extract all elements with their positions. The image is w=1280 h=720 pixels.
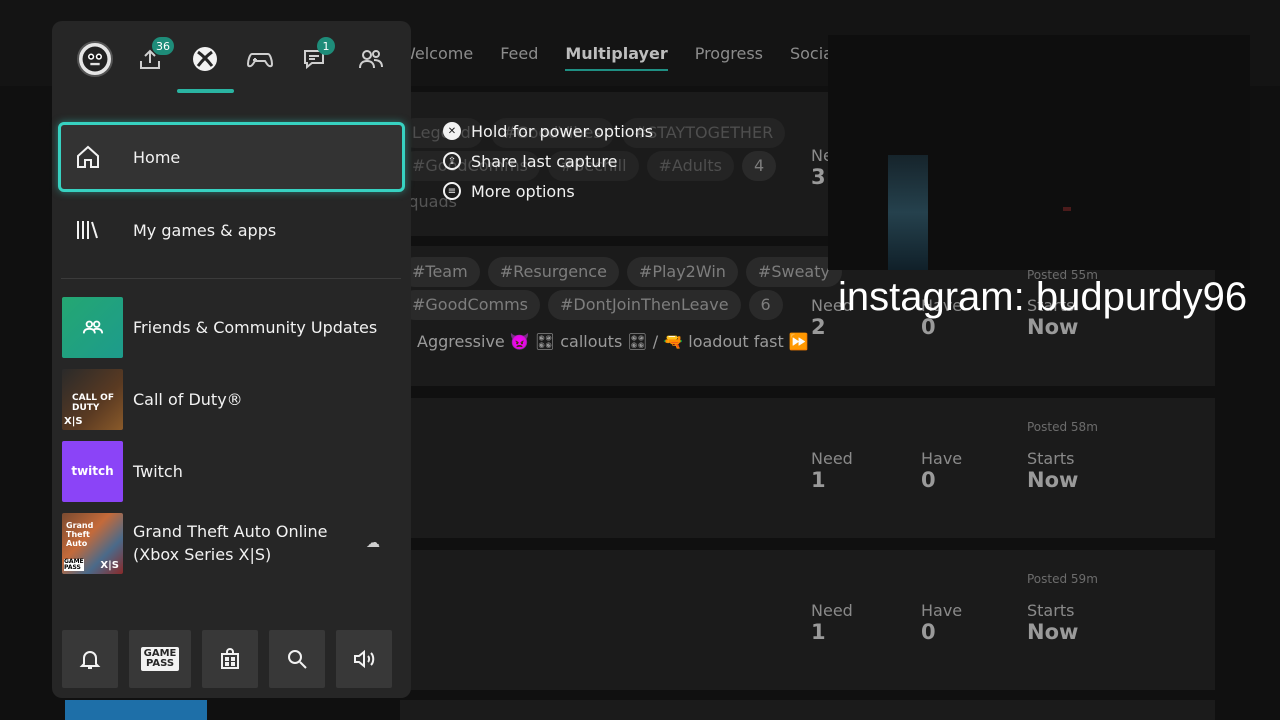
xbox-logo-icon <box>193 47 217 71</box>
people-icon <box>359 50 383 69</box>
watermark-text: instagram: budpurdy96 <box>838 275 1248 319</box>
starts-stat: Starts Now <box>1027 601 1079 644</box>
tab-people[interactable] <box>349 39 393 79</box>
call-of-duty-tile: CALL OF DUTY X|S <box>62 368 123 430</box>
lfg-post-card[interactable]: Posted 58m Need 1 Have 0 Starts Now <box>400 398 1215 538</box>
post-description: Aggressive 👿 🎛 callouts 🎛 / 🔫 loadout fa… <box>417 332 809 351</box>
cloud-icon: ☁ <box>366 535 380 551</box>
nav-my-games-apps[interactable]: My games & apps <box>61 195 402 265</box>
tab-profile[interactable] <box>73 39 117 79</box>
tab-chats[interactable]: 1 <box>293 37 337 79</box>
quick-actions-bar: GAME PASS <box>62 630 402 688</box>
posted-time: Posted 59m <box>1027 572 1098 586</box>
background-tile <box>65 700 207 720</box>
tab-capture-share[interactable]: 36 <box>128 37 174 79</box>
tag-count: 4 <box>741 151 777 181</box>
nav-my-games-label: My games & apps <box>133 220 277 240</box>
store-icon <box>221 648 239 669</box>
nav-home[interactable]: Home <box>58 122 405 192</box>
recent-item-gta-online[interactable]: Grand Theft Auto GAME PASS X|S Grand The… <box>62 512 402 574</box>
share-capture-hint[interactable]: ⇪ Share last capture <box>443 146 653 176</box>
power-hint-menu: ✕ Hold for power options ⇪ Share last ca… <box>443 116 653 206</box>
search-icon <box>288 650 307 669</box>
chat-count-badge: 1 <box>317 37 335 55</box>
recent-item-label: Call of Duty® <box>133 389 243 409</box>
home-icon <box>77 145 99 168</box>
tag: #DontJoinThenLeave <box>548 290 741 320</box>
capture-count-badge: 36 <box>152 37 174 55</box>
twitch-tile: twitch <box>62 440 123 502</box>
webcam-overlay <box>828 35 1250 270</box>
need-stat: Need 1 <box>811 601 853 644</box>
tab-parties[interactable] <box>238 39 282 79</box>
tag-count: 6 <box>748 290 783 320</box>
menu-button-icon: ≡ <box>443 182 461 200</box>
tag: #Adults <box>646 151 734 181</box>
more-options-hint[interactable]: ≡ More options <box>443 176 653 206</box>
bell-icon <box>79 651 101 669</box>
starts-stat: Starts Now <box>1027 449 1079 492</box>
have-stat: Have 0 <box>921 601 963 644</box>
need-stat: Need 1 <box>811 449 853 492</box>
recent-item-friends[interactable]: Friends & Community Updates <box>62 296 402 358</box>
power-options-hint[interactable]: ✕ Hold for power options <box>443 116 653 146</box>
people-icon <box>82 320 103 334</box>
search-button[interactable] <box>269 630 325 688</box>
nav-home-label: Home <box>133 147 181 167</box>
tab-xbox-home[interactable] <box>183 39 227 79</box>
tag: #Play2Win <box>626 257 738 287</box>
friends-tile <box>62 296 123 358</box>
recent-item-label: Grand Theft Auto Online (Xbox Series X|S… <box>133 522 328 564</box>
tab-progress[interactable]: Progress <box>695 44 763 71</box>
recent-item-call-of-duty[interactable]: CALL OF DUTY X|S Call of Duty® <box>62 368 402 430</box>
background-tabs: Welcome Feed Multiplayer Progress Social <box>400 44 864 71</box>
active-tab-indicator <box>177 89 234 93</box>
controller-icon <box>246 53 274 68</box>
gta-online-tile: Grand Theft Auto GAME PASS X|S <box>62 512 123 574</box>
avatar-icon <box>77 41 113 77</box>
guide-divider <box>61 278 401 279</box>
recent-item-label: Twitch <box>133 461 183 481</box>
tag: #GoodComms <box>400 290 541 320</box>
guide-tab-bar: 36 1 <box>52 37 411 89</box>
tag: #Team <box>400 257 480 287</box>
audio-button[interactable] <box>336 630 392 688</box>
have-stat: Have 0 <box>921 449 963 492</box>
game-pass-button[interactable]: GAME PASS <box>129 630 191 688</box>
share-button-icon: ⇪ <box>443 152 461 170</box>
lfg-post-card[interactable]: Posted 59m Need 1 Have 0 Starts Now <box>400 550 1215 690</box>
store-button[interactable] <box>202 630 258 688</box>
volume-icon <box>354 649 375 669</box>
library-icon <box>77 221 98 239</box>
tag: #Resurgence <box>487 257 619 287</box>
posted-time: Posted 58m <box>1027 420 1098 434</box>
xbox-button-icon: ✕ <box>443 122 461 140</box>
xbox-guide: 36 1 Home My games & apps Friends & Comm… <box>52 21 411 698</box>
notifications-button[interactable] <box>62 630 118 688</box>
tab-multiplayer[interactable]: Multiplayer <box>565 44 668 71</box>
lfg-post-card[interactable] <box>400 700 1215 720</box>
recent-item-label: Friends & Community Updates <box>133 317 378 337</box>
tab-feed[interactable]: Feed <box>500 44 538 71</box>
recent-item-twitch[interactable]: twitch Twitch <box>62 440 402 502</box>
game-pass-icon: GAME PASS <box>140 647 180 671</box>
